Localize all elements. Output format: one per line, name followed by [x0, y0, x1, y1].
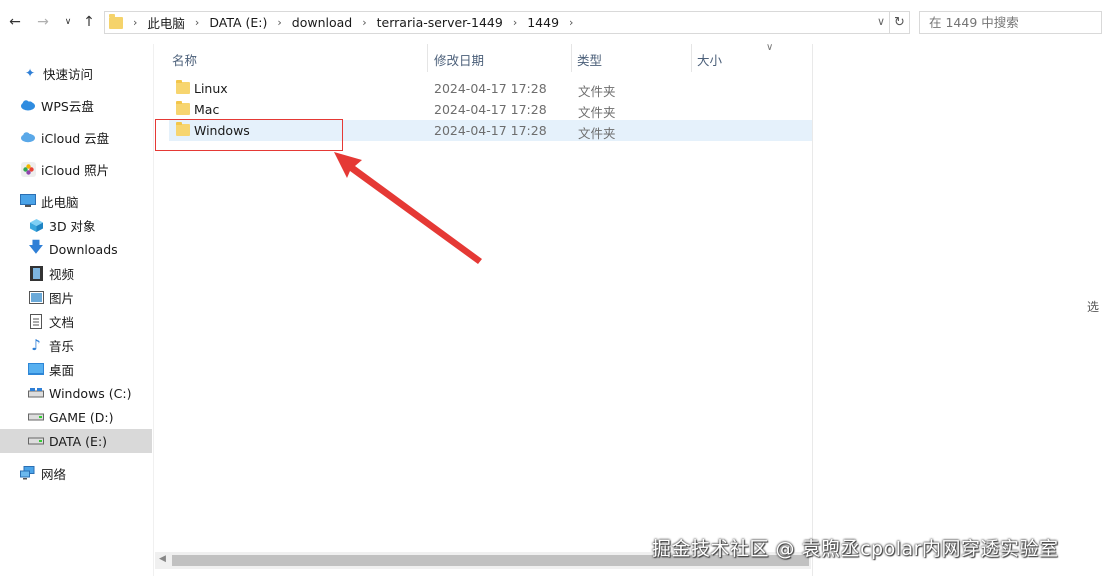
- details-pane: [814, 44, 1102, 576]
- file-explorer-window: ← → ∨ ↑ › 此电脑 › DATA (E:) › download › t…: [0, 0, 1102, 576]
- scroll-left-icon[interactable]: ◀: [159, 554, 166, 564]
- watermark: 掘金技术社区 @ 袁煦丞cpolar内网穿透实验室: [652, 538, 1059, 560]
- details-pane-text: 选: [1087, 300, 1100, 314]
